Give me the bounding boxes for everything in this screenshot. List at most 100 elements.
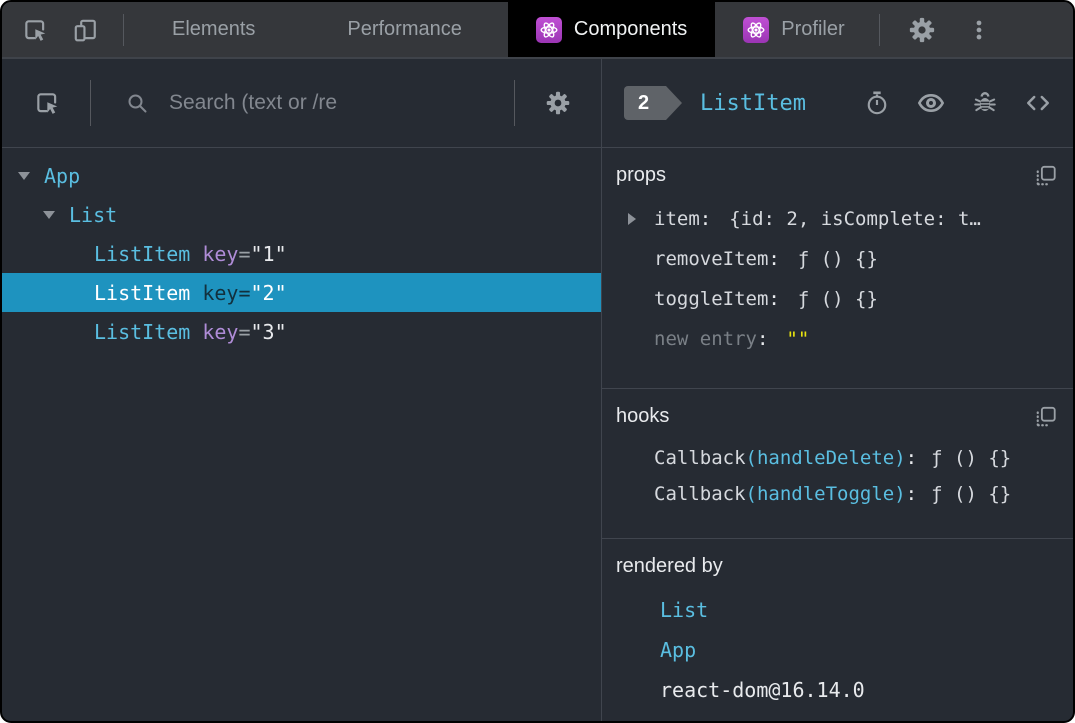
bug-icon [972, 90, 998, 116]
code-brackets-icon [1025, 90, 1051, 116]
devtools-tabbar: Elements Performance Components Profiler [2, 2, 1073, 59]
inspect-element-button[interactable] [22, 17, 48, 43]
inspect-cursor-icon [22, 17, 48, 43]
key-attr-operator: = [238, 319, 251, 344]
prop-row-item[interactable]: item: {id: 2, isComplete: t… [616, 199, 1057, 239]
inspect-dom-button[interactable] [917, 89, 945, 117]
component-name: List [69, 202, 118, 227]
hooks-header: hooks [616, 405, 1057, 428]
tab-label: Performance [347, 18, 462, 40]
tree-toolbar [2, 59, 601, 148]
details-actions [864, 89, 1051, 117]
suspend-toggle-button[interactable] [864, 90, 890, 116]
tabbar-divider [123, 13, 124, 46]
more-options-button[interactable] [966, 17, 992, 43]
react-logo-icon [535, 16, 562, 43]
tab-label: Profiler [781, 18, 845, 40]
view-settings-button[interactable] [545, 90, 571, 116]
key-attr-name: key [202, 280, 239, 305]
renderer-version: react-dom@16.14.0 [660, 678, 865, 702]
colon: : [768, 248, 780, 270]
tab-components[interactable]: Components [507, 2, 716, 57]
rendered-by-link-list[interactable]: List [616, 590, 1057, 630]
hook-value: ƒ () {} [931, 483, 1012, 505]
props-section: props item: {id: 2, isComplete: t… remov… [602, 148, 1073, 389]
prop-row-removeitem[interactable]: removeItem: ƒ () {} [616, 239, 1057, 279]
selected-component-title: ListItem [700, 90, 806, 116]
search-area [91, 91, 514, 115]
collapse-toggle[interactable] [18, 171, 44, 180]
chevron-right-icon[interactable] [628, 213, 636, 225]
kebab-menu-icon [966, 17, 992, 43]
tree-row-app[interactable]: App [2, 156, 601, 195]
components-tree-panel: App List ListItem key = "1" ListItem key [2, 59, 602, 721]
prop-row-toggleitem[interactable]: toggleItem: ƒ () {} [616, 279, 1057, 319]
stopwatch-icon [864, 90, 890, 116]
chevron-down-icon [43, 210, 55, 219]
rendered-by-react-dom: react-dom@16.14.0 [616, 670, 1057, 710]
tab-label: Elements [172, 18, 256, 40]
copy-props-button[interactable] [1035, 165, 1057, 187]
component-name: ListItem [94, 280, 191, 305]
tree-row-list[interactable]: List [2, 195, 601, 234]
hook-detail: (handleToggle) [745, 483, 906, 505]
component-tree: App List ListItem key = "1" ListItem key [2, 148, 601, 721]
log-to-console-button[interactable] [972, 90, 998, 116]
rendered-by-link-app[interactable]: App [616, 630, 1057, 670]
hook-detail: (handleDelete) [745, 447, 906, 469]
colon: : [905, 483, 918, 505]
prop-row-new-entry[interactable]: new entry: "" [616, 319, 1057, 359]
toolbar-divider [514, 80, 515, 126]
hook-row-handletoggle[interactable]: Callback (handleToggle): ƒ () {} [616, 476, 1057, 512]
section-title: props [616, 164, 667, 186]
tree-row-listitem-1[interactable]: ListItem key = "1" [2, 234, 601, 273]
prop-name: item [654, 208, 700, 230]
gear-icon [545, 90, 571, 116]
section-title: rendered by [616, 555, 723, 577]
prop-name: removeItem [654, 248, 769, 270]
prop-name: toggleItem [654, 288, 769, 310]
selection-index-badge: 2 [624, 86, 682, 120]
device-toolbar-icon [72, 17, 98, 43]
hook-row-handledelete[interactable]: Callback (handleDelete): ƒ () {} [616, 440, 1057, 476]
prop-value: {id: 2, isComplete: t… [729, 208, 981, 230]
copy-hooks-button[interactable] [1035, 406, 1057, 428]
tree-row-listitem-3[interactable]: ListItem key = "3" [2, 312, 601, 351]
devtools-content: App List ListItem key = "1" ListItem key [2, 59, 1073, 721]
new-entry-value: "" [786, 328, 810, 350]
copy-icon [1035, 406, 1057, 428]
tab-performance[interactable]: Performance [301, 2, 508, 57]
tree-row-listitem-2-selected[interactable]: ListItem key = "2" [2, 273, 601, 312]
tab-elements[interactable]: Elements [126, 2, 301, 57]
key-attr-operator: = [238, 280, 251, 305]
select-element-button[interactable] [34, 90, 60, 116]
owner-name: App [660, 638, 697, 662]
hook-name: Callback [654, 483, 746, 505]
component-name: ListItem [94, 319, 191, 344]
collapse-toggle[interactable] [43, 210, 69, 219]
rendered-by-header: rendered by [616, 555, 1057, 578]
key-attr-value: "2" [250, 280, 287, 305]
key-attr-name: key [202, 319, 239, 344]
section-title: hooks [616, 405, 670, 427]
colon: : [905, 447, 918, 469]
details-sections: props item: {id: 2, isComplete: t… remov… [602, 148, 1073, 721]
gear-icon [908, 16, 936, 44]
component-name: ListItem [94, 241, 191, 266]
copy-icon [1035, 165, 1057, 187]
colon: : [768, 288, 780, 310]
key-attr-value: "3" [250, 319, 287, 344]
hook-value: ƒ () {} [931, 447, 1012, 469]
search-icon [125, 91, 149, 115]
eye-icon [917, 89, 945, 117]
prop-value: ƒ () {} [797, 248, 878, 270]
settings-button[interactable] [908, 16, 936, 44]
view-source-button[interactable] [1025, 90, 1051, 116]
tab-profiler[interactable]: Profiler [715, 2, 872, 57]
devtools-window: Elements Performance Components Profiler [0, 0, 1075, 723]
search-input[interactable] [169, 91, 469, 115]
component-details-panel: 2 ListItem props item: {id: 2, isComple… [602, 59, 1073, 721]
react-logo-icon [743, 16, 770, 43]
key-attr-value: "1" [250, 241, 287, 266]
toggle-device-toolbar-button[interactable] [72, 17, 98, 43]
